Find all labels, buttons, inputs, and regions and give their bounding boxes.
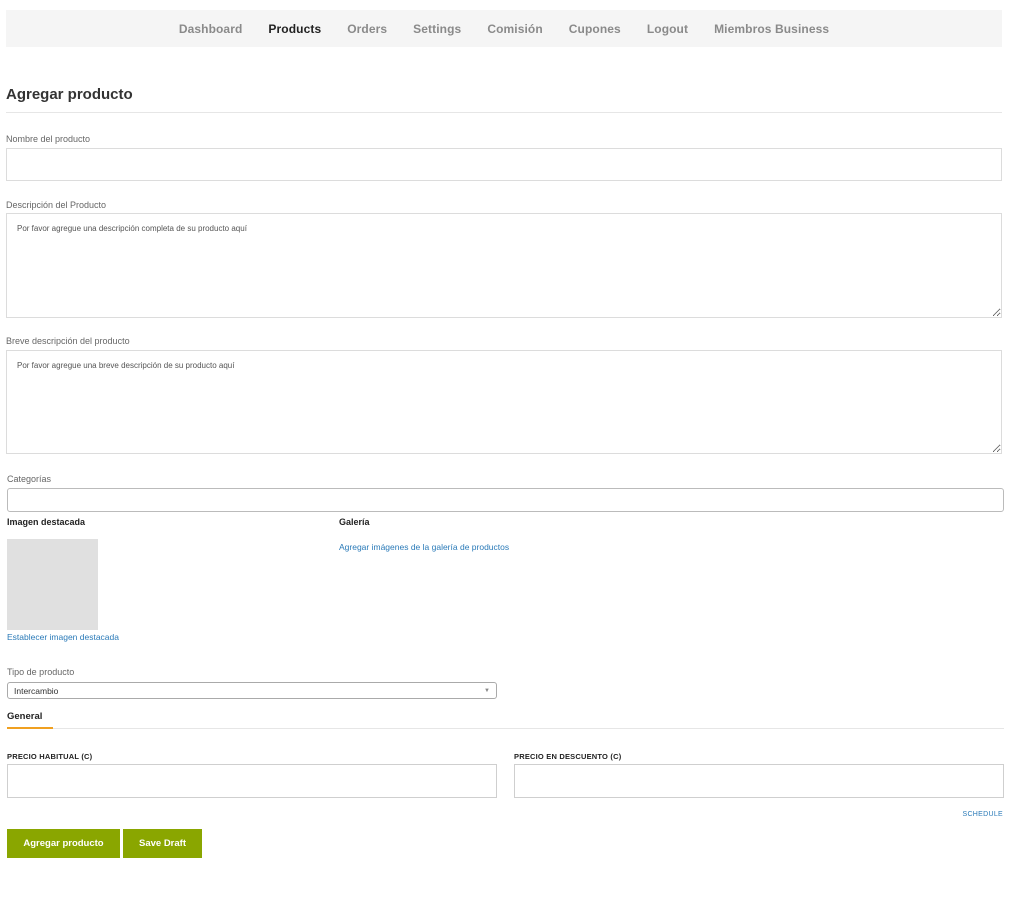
title-divider [6, 112, 1002, 113]
sale-price-label: PRECIO EN DESCUENTO (C) [514, 752, 622, 761]
set-featured-image-link[interactable]: Establecer imagen destacada [7, 632, 119, 642]
add-gallery-images-link[interactable]: Agregar imágenes de la galería de produc… [339, 542, 509, 552]
nav-miembros-business[interactable]: Miembros Business [714, 22, 829, 36]
schedule-link[interactable]: SCHEDULE [962, 811, 1003, 818]
tab-general-active-indicator [7, 727, 53, 729]
gallery-label: Galería [339, 517, 370, 527]
nav-products[interactable]: Products [268, 22, 321, 36]
featured-image-placeholder[interactable] [7, 539, 98, 630]
dropdown-arrow-icon: ▼ [484, 687, 490, 694]
nav-comision[interactable]: Comisión [487, 22, 542, 36]
nav-cupones[interactable]: Cupones [569, 22, 621, 36]
regular-price-input[interactable] [7, 764, 497, 798]
add-product-button[interactable]: Agregar producto [7, 829, 120, 858]
save-draft-button[interactable]: Save Draft [123, 829, 202, 858]
nav-settings[interactable]: Settings [413, 22, 461, 36]
nav-orders[interactable]: Orders [347, 22, 387, 36]
product-name-label: Nombre del producto [6, 134, 91, 144]
regular-price-label: PRECIO HABITUAL (C) [7, 752, 93, 761]
categories-label: Categorías [7, 474, 52, 484]
short-description-label: Breve descripción del producto [6, 336, 130, 346]
tab-divider [7, 728, 1004, 729]
product-type-select[interactable]: Intercambio ▼ [7, 682, 497, 699]
description-textarea[interactable] [6, 213, 1002, 318]
page-title: Agregar producto [6, 86, 133, 103]
tab-general[interactable]: General [7, 711, 42, 722]
top-navigation: Dashboard Products Orders Settings Comis… [6, 10, 1002, 47]
product-name-input[interactable] [6, 148, 1002, 181]
sale-price-input[interactable] [514, 764, 1004, 798]
categories-input[interactable] [7, 488, 1004, 512]
featured-image-label: Imagen destacada [7, 517, 86, 527]
short-description-textarea[interactable] [6, 350, 1002, 454]
description-label: Descripción del Producto [6, 200, 107, 210]
nav-logout[interactable]: Logout [647, 22, 688, 36]
nav-dashboard[interactable]: Dashboard [179, 22, 243, 36]
product-type-label: Tipo de producto [7, 667, 75, 677]
product-type-selected-value: Intercambio [14, 685, 59, 696]
